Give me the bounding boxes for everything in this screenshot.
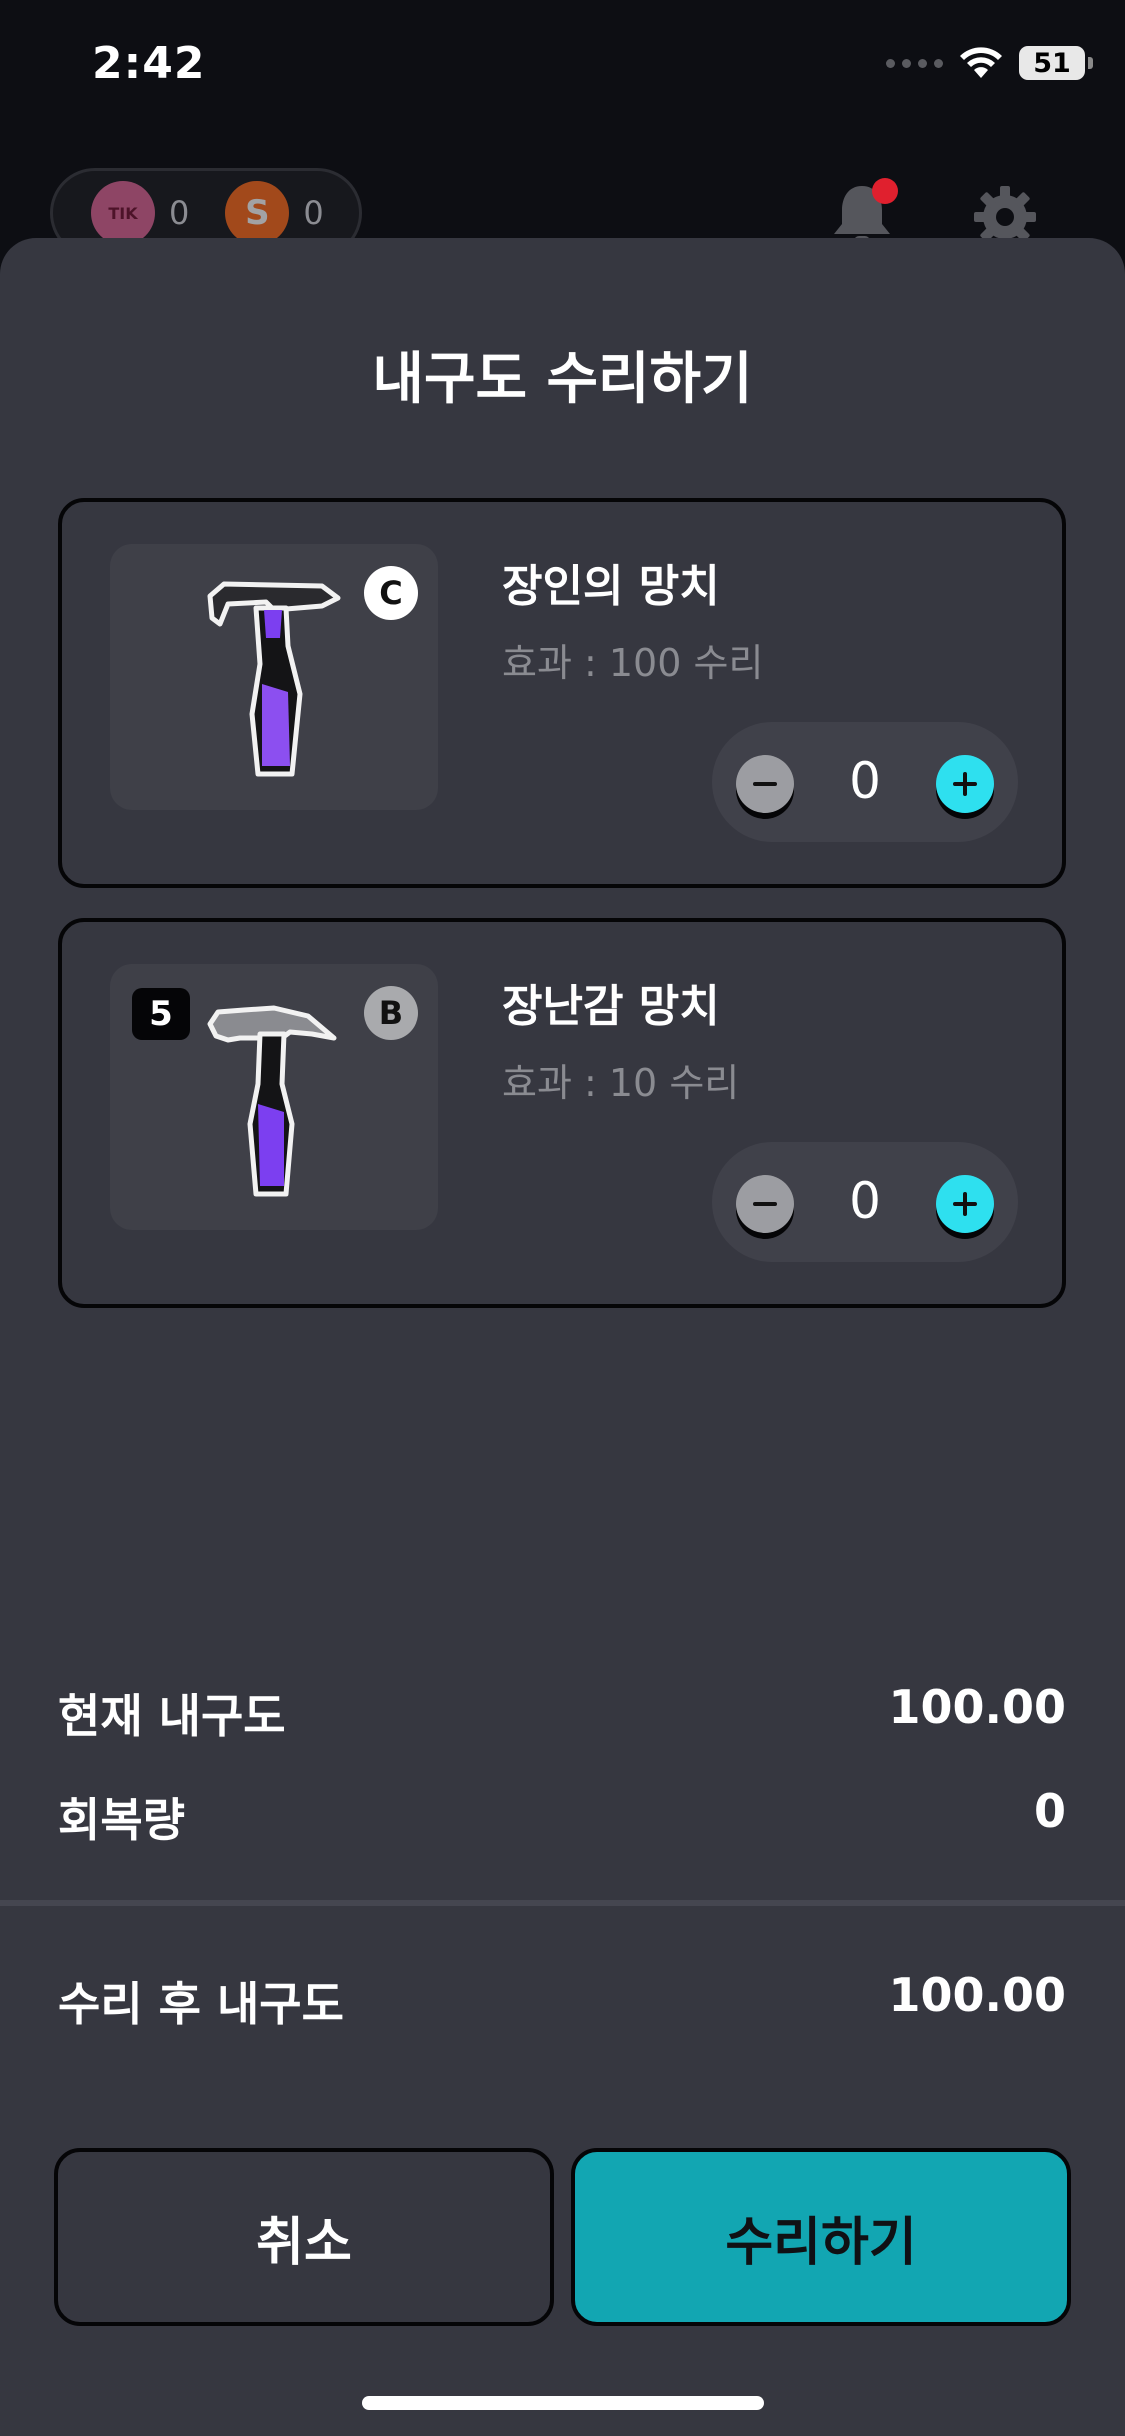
sheet-title: 내구도 수리하기 (372, 347, 753, 412)
plus-icon (953, 772, 977, 796)
hammer-icon (207, 581, 341, 777)
after-repair-value: 100.00 (888, 1968, 1066, 2022)
grade-badge: B (364, 986, 418, 1040)
divider (0, 1900, 1125, 1906)
item-card-artisan-hammer[interactable]: C 장인의 망치 효과 : 100 수리 0 (58, 498, 1066, 888)
quantity-stepper: 0 (712, 722, 1018, 842)
wifi-icon (960, 47, 1002, 78)
grade-badge: C (364, 566, 418, 620)
cancel-button[interactable]: 취소 (54, 2148, 554, 2326)
status-icons: 51 (886, 46, 1093, 80)
item-effect: 효과 : 100 수리 (502, 641, 764, 685)
recovery-label: 회복량 (58, 1793, 185, 1847)
item-name: 장난감 망치 (502, 981, 720, 1032)
item-count-badge: 5 (132, 988, 190, 1040)
notification-dot (872, 178, 898, 204)
hammer-icon (207, 1005, 337, 1197)
repair-button[interactable]: 수리하기 (571, 2148, 1071, 2326)
quantity-stepper: 0 (712, 1142, 1018, 1262)
item-card-toy-hammer[interactable]: 5 B 장난감 망치 효과 : 10 수리 0 (58, 918, 1066, 1308)
plus-icon (953, 1192, 977, 1216)
tik-coin-count: 0 (169, 194, 190, 232)
after-repair-label: 수리 후 내구도 (58, 1977, 344, 2031)
signal-icon (886, 58, 943, 68)
screen: 2:42 51 TIK 0 S 0 내구도 수리하기 C 장인의 망치 효과:… (0, 0, 1125, 2436)
s-coin-count: 0 (303, 194, 324, 232)
current-durability-label: 현재 내구도 (58, 1689, 286, 1743)
plus-button[interactable] (936, 755, 994, 813)
item-name: 장인의 망치 (502, 561, 720, 612)
item-effect: 효과 : 10 수리 (502, 1061, 740, 1105)
item-thumbnail: C (110, 544, 438, 810)
current-durability-value: 100.00 (888, 1680, 1066, 1734)
s-coin-icon: S (225, 181, 290, 245)
plus-button[interactable] (936, 1175, 994, 1233)
item-thumbnail: 5 B (110, 964, 438, 1230)
recovery-value: 0 (1033, 1784, 1066, 1838)
home-indicator[interactable] (362, 2396, 764, 2410)
battery-icon: 51 (1019, 46, 1093, 80)
status-time: 2:42 (92, 38, 206, 89)
tik-coin-icon: TIK (91, 181, 155, 245)
repair-sheet: 내구도 수리하기 C 장인의 망치 효과 : 100 수리 0 5 B 장난감 … (0, 238, 1125, 2436)
